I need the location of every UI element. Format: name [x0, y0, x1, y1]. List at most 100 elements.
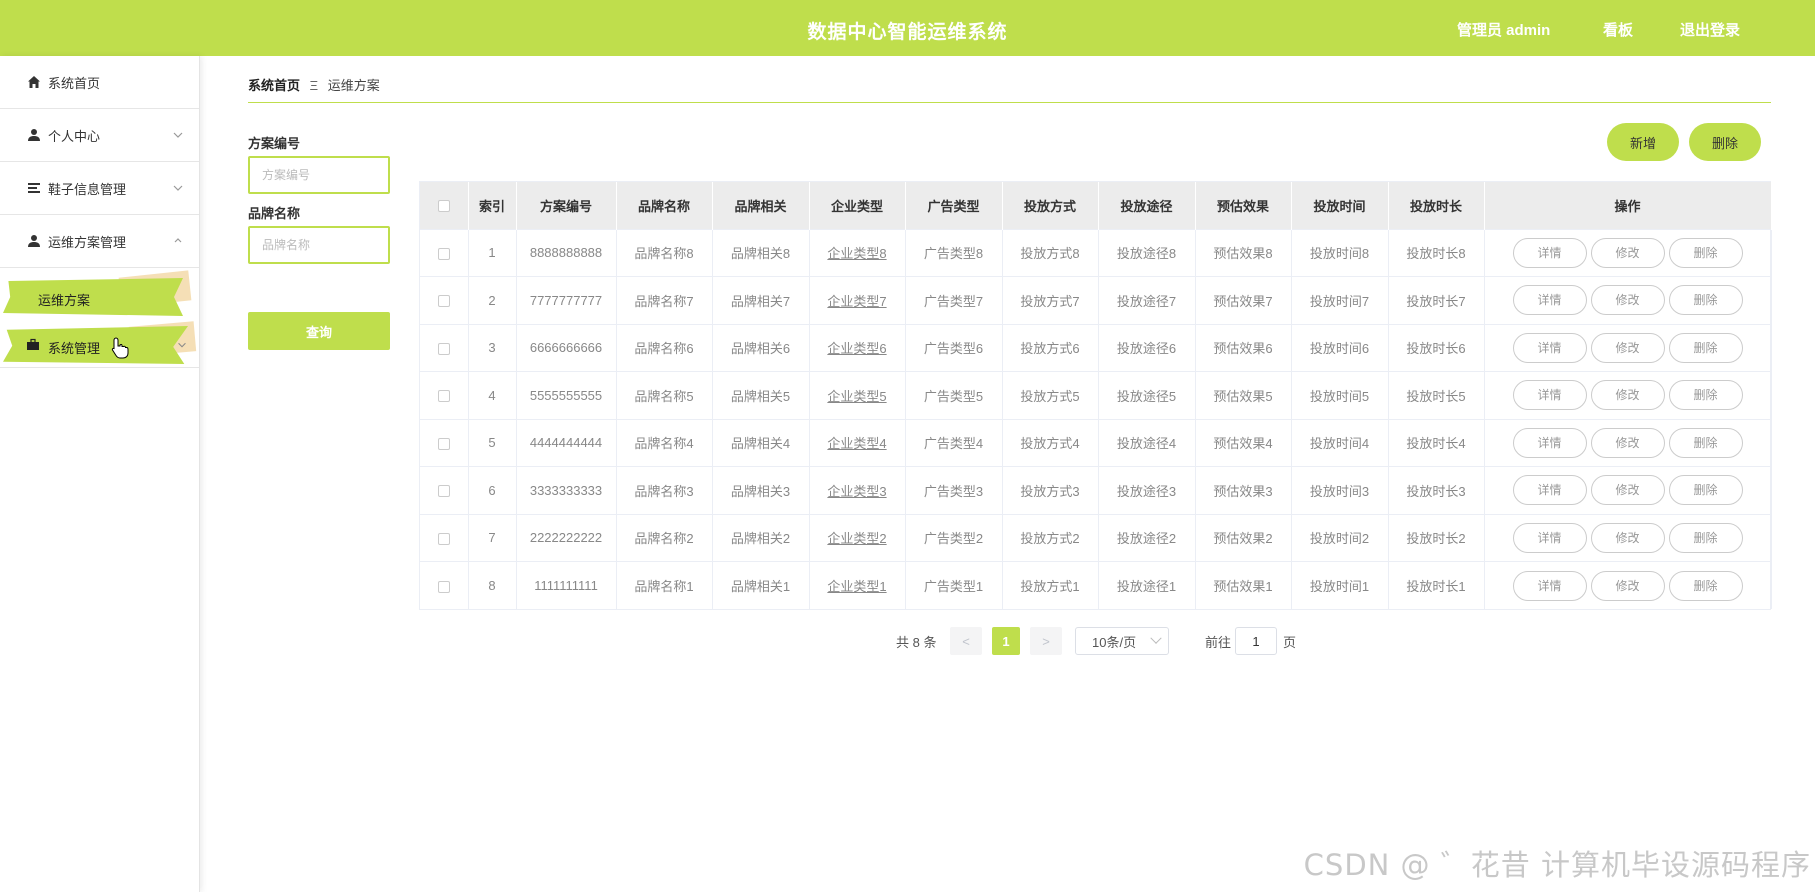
sidebar-item-ops-plan[interactable]	[3, 278, 183, 316]
cell-value: 投放途径1	[1116, 579, 1177, 594]
row-select-cell	[420, 514, 469, 562]
cell-value: 投放方式1	[1020, 579, 1080, 594]
list-icon	[26, 180, 42, 196]
admin-user-label[interactable]: 管理员 admin	[1457, 19, 1550, 40]
cell-value: 投放途径7	[1116, 293, 1177, 309]
table-cell: 广告类型8	[905, 229, 1003, 277]
row-actions: 详情 修改 删除	[1484, 514, 1772, 562]
column-header: 品牌相关	[712, 182, 810, 229]
row-delete-button[interactable]: 删除	[1668, 475, 1743, 506]
detail-button[interactable]: 详情	[1512, 380, 1587, 411]
table-cell: 投放时长7	[1388, 276, 1485, 324]
detail-button[interactable]: 详情	[1512, 285, 1587, 316]
cell-value: 投放时间2	[1309, 531, 1370, 547]
sidebar-item-ops-plan-mgmt[interactable]: 运维方案管理	[0, 215, 199, 268]
breadcrumb-home[interactable]: 系统首页	[248, 78, 300, 93]
cell-value: 广告类型5	[923, 388, 984, 404]
table-cell: 品牌名称2	[616, 514, 713, 562]
table-cell: 品牌名称7	[616, 276, 713, 324]
row-delete-button[interactable]: 删除	[1668, 285, 1743, 316]
row-delete-button[interactable]: 删除	[1668, 237, 1743, 268]
edit-button[interactable]: 修改	[1590, 427, 1665, 458]
table-row: 4 5555555555 品牌名称5 品牌相关5 企业类型5 广告类型5 投放方式5 投放途径…	[420, 371, 1772, 419]
sidebar-item-home[interactable]: 系统首页	[0, 56, 199, 109]
add-button[interactable]: 新增	[1607, 123, 1679, 161]
cell-value: 品牌名称8	[634, 246, 694, 262]
column-header: 投放时长	[1388, 182, 1485, 229]
table-cell: 投放方式3	[1002, 466, 1099, 514]
cell-value: 8	[488, 578, 496, 593]
edit-button[interactable]: 修改	[1590, 332, 1665, 363]
table-cell: 企业类型2	[809, 514, 906, 562]
column-header: 投放时间	[1291, 182, 1389, 229]
edit-button[interactable]: 修改	[1590, 475, 1665, 506]
table-cell: 5555555555	[516, 371, 617, 419]
board-link[interactable]: 看板	[1603, 19, 1633, 40]
main-content: 系统首页 Ξ 运维方案 方案编号 品牌名称 查询 新增 删除 索引 方案编号 品…	[220, 56, 1795, 892]
user-icon	[26, 233, 42, 249]
table-cell: 投放时长3	[1388, 466, 1485, 514]
edit-button[interactable]: 修改	[1590, 380, 1665, 411]
row-delete-button[interactable]: 删除	[1668, 570, 1743, 601]
table-cell: 企业类型1	[809, 561, 906, 609]
cell-value: 3333333333	[529, 482, 603, 498]
cell-value: 投放时间3	[1309, 483, 1370, 499]
cell-value: 企业类型3	[827, 483, 887, 499]
table-cell: 投放方式4	[1002, 419, 1099, 467]
edit-button[interactable]: 修改	[1590, 237, 1665, 268]
cell-value: 投放途径4	[1116, 436, 1177, 452]
sidebar-item-shoes[interactable]: 鞋子信息管理	[0, 162, 199, 215]
chevron-down-icon	[1150, 632, 1162, 644]
edit-button[interactable]: 修改	[1590, 522, 1665, 553]
goto-page-input[interactable]: 1	[1235, 627, 1277, 655]
brand-name-input[interactable]	[248, 226, 390, 264]
edit-button[interactable]: 修改	[1590, 285, 1665, 316]
detail-button[interactable]: 详情	[1512, 427, 1587, 458]
column-header: 方案编号	[516, 182, 617, 229]
row-delete-button[interactable]: 删除	[1668, 522, 1743, 553]
row-actions: 详情 修改 删除	[1484, 229, 1772, 277]
page-size-select[interactable]: 10条/页	[1075, 627, 1169, 655]
detail-button[interactable]: 详情	[1512, 237, 1587, 268]
detail-button[interactable]: 详情	[1512, 522, 1587, 553]
row-checkbox[interactable]	[437, 342, 450, 355]
edit-button[interactable]: 修改	[1590, 570, 1665, 601]
logout-link[interactable]: 退出登录	[1680, 19, 1740, 40]
delete-button[interactable]: 删除	[1689, 123, 1761, 161]
row-checkbox[interactable]	[437, 437, 450, 450]
column-header: 投放途径	[1098, 182, 1196, 229]
breadcrumb-current: 运维方案	[327, 78, 380, 93]
detail-button[interactable]: 详情	[1512, 475, 1587, 506]
current-page-button[interactable]: 1	[992, 627, 1020, 655]
cell-value: 品牌名称7	[634, 293, 694, 309]
table-cell: 企业类型7	[809, 276, 906, 324]
row-delete-button[interactable]: 删除	[1668, 380, 1743, 411]
row-checkbox[interactable]	[437, 247, 450, 260]
row-checkbox[interactable]	[437, 295, 450, 308]
table-cell: 投放途径7	[1098, 276, 1196, 324]
query-button[interactable]: 查询	[248, 312, 390, 350]
detail-button[interactable]: 详情	[1512, 332, 1587, 363]
plan-no-input[interactable]	[248, 156, 390, 194]
cell-value: 预估效果2	[1213, 531, 1273, 547]
select-all-checkbox[interactable]	[437, 200, 450, 213]
row-checkbox[interactable]	[437, 485, 450, 498]
row-checkbox[interactable]	[437, 532, 450, 545]
row-actions: 详情 修改 删除	[1484, 276, 1772, 324]
cell-value: 6	[488, 482, 496, 498]
table-row: 8 1111111111 品牌名称1 品牌相关1 企业类型1 广告类型1 投放方式1 投放途径…	[420, 561, 1772, 609]
prev-page-button[interactable]: <	[950, 627, 982, 655]
row-delete-button[interactable]: 删除	[1668, 332, 1743, 363]
table-cell: 投放途径4	[1098, 419, 1196, 467]
next-page-button[interactable]: >	[1030, 627, 1062, 655]
row-select-cell	[420, 466, 469, 514]
row-checkbox[interactable]	[437, 390, 450, 403]
cell-value: 投放途径3	[1116, 483, 1177, 499]
row-delete-button[interactable]: 删除	[1668, 427, 1743, 458]
cell-value: 投放时长3	[1406, 483, 1466, 499]
cell-value: 投放方式4	[1020, 436, 1080, 452]
row-checkbox[interactable]	[437, 580, 450, 593]
detail-button[interactable]: 详情	[1512, 570, 1587, 601]
sidebar-item-personal[interactable]: 个人中心	[0, 109, 199, 162]
cell-value: 6666666666	[529, 340, 603, 356]
